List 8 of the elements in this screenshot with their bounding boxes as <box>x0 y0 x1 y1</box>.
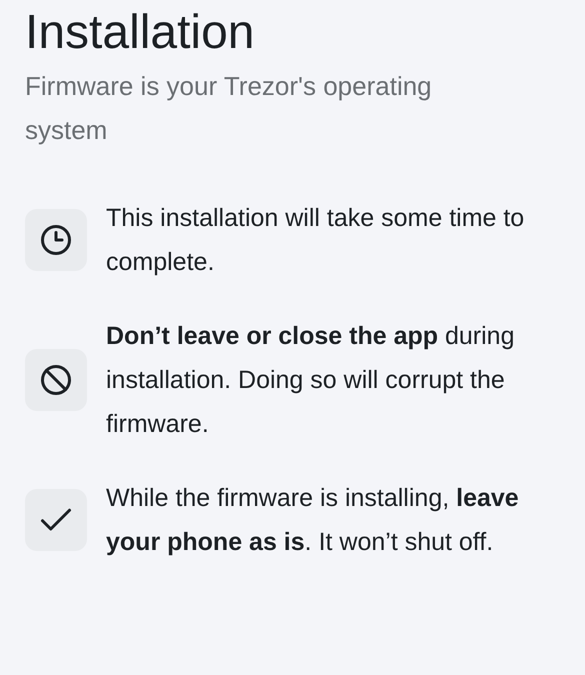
note-text: Don’t leave or close the app during installation. Doing so will corrupt the firmware. <box>106 321 516 440</box>
clock-icon <box>25 209 87 271</box>
prohibited-icon <box>25 349 87 411</box>
page-title: Installation <box>25 5 256 61</box>
note-text: While the firmware is installing, leave your phone as is. It won’t shut off. <box>106 483 520 558</box>
check-icon <box>25 489 87 551</box>
subtitle: Firmware is your Trezor's operating system <box>25 70 433 147</box>
note-text: This installation will take some time to complete. <box>106 203 526 278</box>
